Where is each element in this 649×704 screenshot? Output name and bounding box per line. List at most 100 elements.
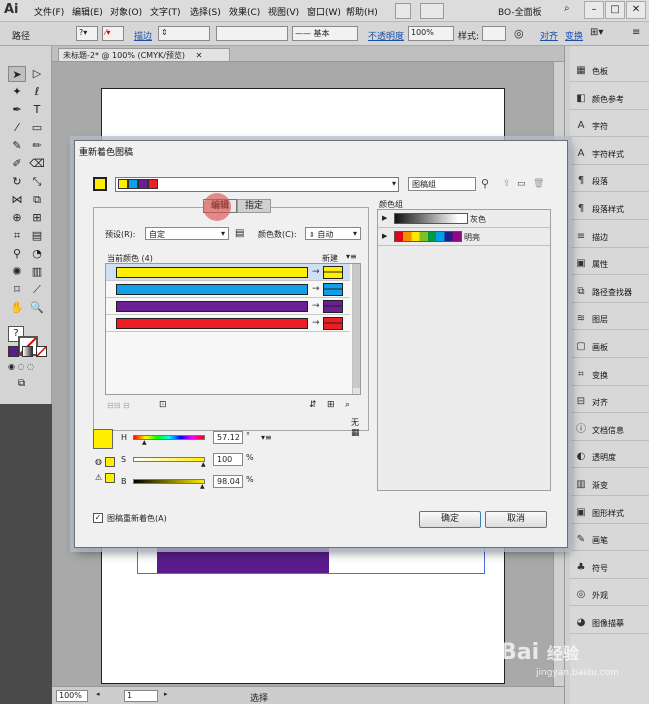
panel-item-paragraph[interactable]: ¶ 段落 xyxy=(570,170,649,193)
color-list-scrollbar[interactable] xyxy=(352,264,360,394)
panel-item-symbols[interactable]: ♣ 符号 xyxy=(570,557,649,579)
stroke-picker[interactable]: ⁄▾ xyxy=(102,26,124,41)
close-tab-icon[interactable]: ✕ xyxy=(196,51,203,60)
color-row-2[interactable]: → xyxy=(106,281,350,298)
variable-width-field[interactable] xyxy=(216,26,288,41)
zoom-field[interactable]: 100% xyxy=(56,690,88,702)
cancel-button[interactable]: 取消 xyxy=(485,511,547,528)
panel-item-appearance[interactable]: ◎ 外观 xyxy=(570,584,649,607)
panel-item-gradient[interactable]: ▥ 渐变 xyxy=(570,474,649,496)
opacity-link[interactable]: 不透明度 xyxy=(368,29,404,42)
blob-brush-tool-icon[interactable]: ✐ xyxy=(8,156,26,172)
stroke-link[interactable]: 描边 xyxy=(134,29,152,42)
blend-tool-icon[interactable]: ◔ xyxy=(28,246,46,262)
color-group-gray[interactable]: ▶ 灰色 xyxy=(378,210,550,228)
gradient-tool-icon[interactable]: ▤ xyxy=(28,228,46,244)
mesh-tool-icon[interactable]: ⌗ xyxy=(8,228,26,244)
out-of-gamut-icon[interactable]: ◍ xyxy=(95,457,102,466)
align-link[interactable]: 对齐 xyxy=(540,29,558,42)
lasso-tool-icon[interactable]: ℓ xyxy=(28,84,46,100)
color-mode-button[interactable] xyxy=(8,346,19,357)
search-icon[interactable]: ⌕ xyxy=(564,3,570,14)
web-safe-swatch[interactable] xyxy=(105,473,115,483)
transform-link[interactable]: 变换 xyxy=(565,29,583,42)
recolor-icon[interactable]: ◎ xyxy=(514,27,524,40)
panel-item-paragraph-style[interactable]: ¶ 段落样式 xyxy=(570,198,649,220)
new-color-box[interactable] xyxy=(323,266,343,279)
exclude-colors-icon[interactable]: ⊡ xyxy=(159,400,167,410)
brightness-field[interactable]: 98.04 xyxy=(213,475,243,488)
color-row-1[interactable]: → xyxy=(106,264,350,281)
randomize-saturation-icon[interactable]: ⊞ xyxy=(327,400,335,410)
new-color-box[interactable] xyxy=(323,300,343,313)
color-mode-menu-icon[interactable]: ▦ xyxy=(351,428,360,438)
panel-menu-icon[interactable]: ≡ xyxy=(632,27,640,38)
panel-item-attributes[interactable]: ▣ 属性 xyxy=(570,253,649,276)
arrange-docs-icon[interactable] xyxy=(420,3,444,19)
line-tool-icon[interactable]: ⁄ xyxy=(8,120,26,136)
harmony-dropdown-icon[interactable]: ▾ xyxy=(392,179,396,188)
workspace-switcher[interactable]: BO-全面板 xyxy=(498,3,588,19)
document-tab[interactable]: 未标题-2* @ 100% (CMYK/预览) ✕ xyxy=(58,48,230,62)
color-row-4[interactable]: → xyxy=(106,315,350,332)
selection-tool-icon[interactable]: ➤ xyxy=(8,66,26,82)
rotate-tool-icon[interactable]: ↻ xyxy=(8,174,26,190)
menu-object[interactable]: 对象(O) xyxy=(110,5,142,18)
new-color-box[interactable] xyxy=(323,317,343,330)
type-tool-icon[interactable]: T xyxy=(28,102,46,118)
delete-group-icon[interactable]: 🗑 xyxy=(533,179,544,189)
recolor-artwork-checkbox[interactable]: ✓ xyxy=(93,513,103,523)
prev-artboard-icon[interactable]: ◂ xyxy=(96,690,106,702)
menu-window[interactable]: 窗口(W) xyxy=(307,5,341,18)
web-safe-warning-icon[interactable]: ⚠ xyxy=(95,473,102,482)
panel-item-character[interactable]: A 字符 xyxy=(570,115,649,138)
panel-item-document-info[interactable]: ⓘ 文档信息 xyxy=(570,419,649,441)
eraser-tool-icon[interactable]: ⌫ xyxy=(28,156,46,172)
pencil-tool-icon[interactable]: ✏ xyxy=(28,138,46,154)
color-group-bright[interactable]: ▶ 明亮 xyxy=(378,228,550,246)
harmony-group-strip[interactable]: ▾ xyxy=(115,177,399,192)
panel-item-artboards[interactable]: ▢ 画板 xyxy=(570,336,649,358)
randomize-order-icon[interactable]: ⇵ xyxy=(309,400,317,410)
ok-button[interactable]: 确定 xyxy=(419,511,481,528)
brush-style-field[interactable]: —— 基本 xyxy=(292,26,358,41)
menu-view[interactable]: 视图(V) xyxy=(268,5,299,18)
merge-colors-icon[interactable]: ⊟⊟ ⊟ xyxy=(107,401,130,410)
selection-bounding-box[interactable] xyxy=(137,544,485,574)
new-color-box[interactable] xyxy=(323,283,343,296)
hue-slider-thumb[interactable]: ▲ xyxy=(142,439,147,446)
menu-edit[interactable]: 编辑(E) xyxy=(72,5,103,18)
artboard-tool-icon[interactable]: ⌑ xyxy=(8,282,26,298)
save-group-icon[interactable]: ⇪ xyxy=(503,179,511,189)
magic-wand-tool-icon[interactable]: ✦ xyxy=(8,84,26,100)
new-column-menu-icon[interactable]: ▾≡ xyxy=(346,252,357,261)
direct-selection-tool-icon[interactable]: ▷ xyxy=(28,66,46,82)
pen-tool-icon[interactable]: ✒ xyxy=(8,102,26,118)
maximize-icon[interactable]: □ xyxy=(605,1,625,19)
panel-item-color-guide[interactable]: ◧ 颜色参考 xyxy=(570,88,649,110)
panel-item-layers[interactable]: ≋ 图层 xyxy=(570,308,649,331)
panel-item-transform[interactable]: ⌗ 变换 xyxy=(570,364,649,386)
hand-tool-icon[interactable]: ✋ xyxy=(8,300,26,316)
shape-builder-tool-icon[interactable]: ⊕ xyxy=(8,210,26,226)
eyedropper-tool-icon[interactable]: ⚲ xyxy=(8,246,26,262)
find-color-icon[interactable]: ⌕ xyxy=(345,400,350,410)
preset-select[interactable]: 自定 ▾ xyxy=(145,227,229,240)
panel-item-pathfinder[interactable]: ⧉ 路径查找器 xyxy=(570,281,649,303)
colors-count-select[interactable]: ⇕ 自动 ▾ xyxy=(305,227,361,240)
panel-item-align[interactable]: ⊟ 对齐 xyxy=(570,391,649,414)
tab-assign[interactable]: 指定 xyxy=(237,199,271,213)
artboard-number-field[interactable]: 1 xyxy=(124,690,158,702)
menu-file[interactable]: 文件(F) xyxy=(34,5,64,18)
panel-item-graphic-styles[interactable]: ▣ 图形样式 xyxy=(570,502,649,524)
group-name-field[interactable]: 图稿组 xyxy=(408,177,476,191)
menu-select[interactable]: 选择(S) xyxy=(190,5,221,18)
panel-item-brushes[interactable]: ✎ 画笔 xyxy=(570,529,649,552)
minimize-icon[interactable]: – xyxy=(584,1,604,19)
panel-item-stroke[interactable]: ≡ 描边 xyxy=(570,226,649,248)
panel-item-image-trace[interactable]: ◕ 图像描摹 xyxy=(570,612,649,634)
column-graph-tool-icon[interactable]: ▥ xyxy=(28,264,46,280)
brightness-slider-thumb[interactable]: ▲ xyxy=(200,483,205,490)
stroke-weight-field[interactable]: ⇕ xyxy=(158,26,210,41)
scrollbar-thumb[interactable] xyxy=(353,264,360,388)
